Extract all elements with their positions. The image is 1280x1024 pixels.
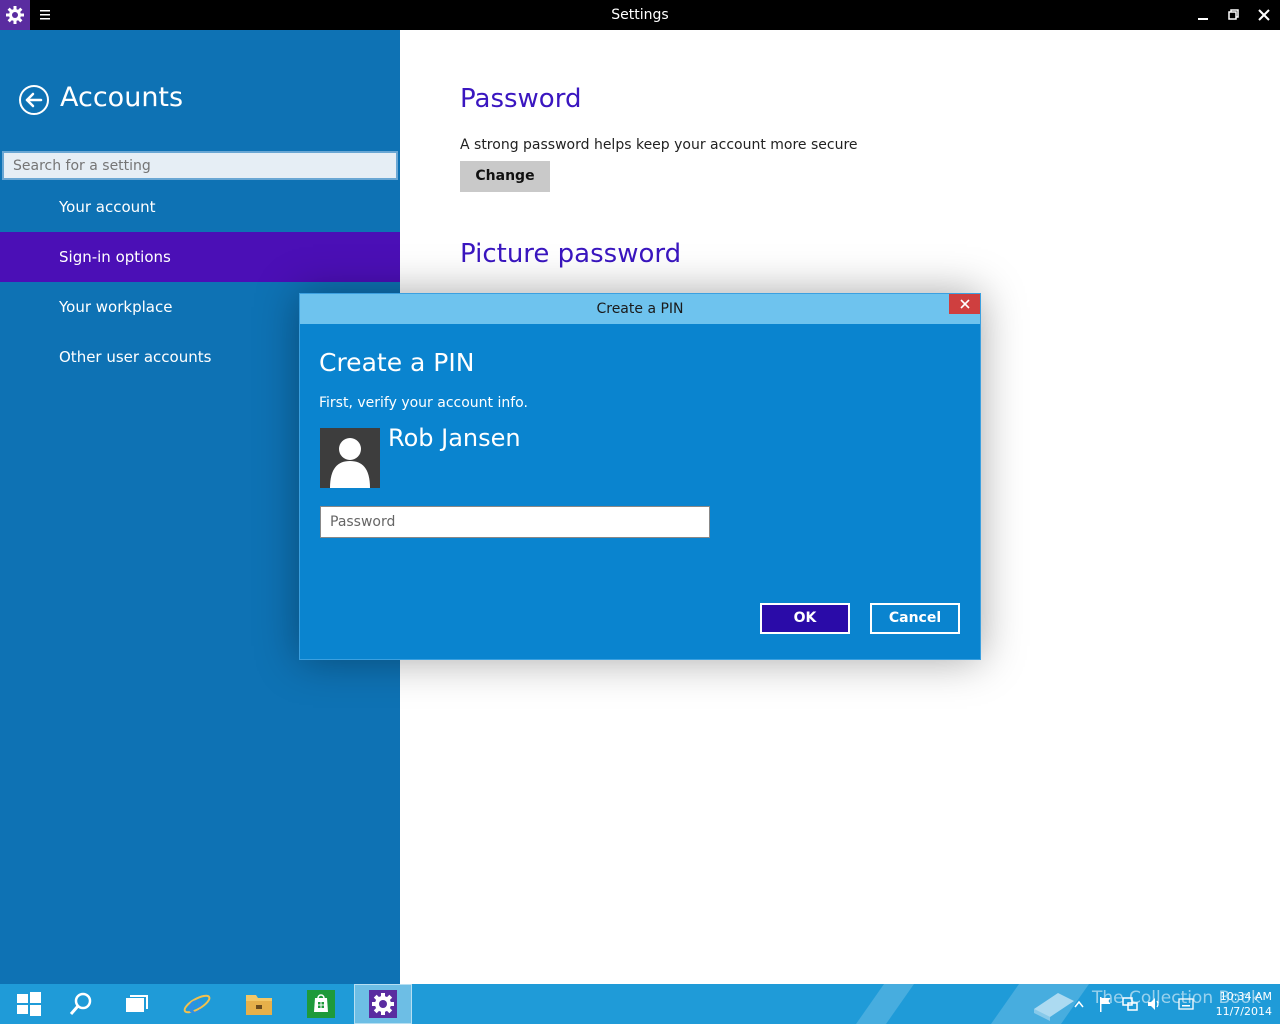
internet-explorer-taskbar-button[interactable]: e bbox=[168, 984, 226, 1024]
action-center-flag-icon[interactable] bbox=[1096, 984, 1114, 1024]
clock-date: 11/7/2014 bbox=[1215, 1005, 1272, 1018]
taskbar: e The Collection Book 10:34 AM 11/7/2014 bbox=[0, 984, 1280, 1024]
password-description: A strong password helps keep your accoun… bbox=[460, 137, 858, 153]
restore-button[interactable] bbox=[1218, 0, 1250, 30]
back-arrow-icon bbox=[19, 85, 49, 115]
user-avatar-icon bbox=[320, 428, 380, 488]
internet-explorer-icon: e bbox=[183, 990, 211, 1019]
cancel-button[interactable]: Cancel bbox=[870, 603, 960, 634]
picture-password-heading: Picture password bbox=[460, 239, 682, 269]
dialog-title: Create a PIN bbox=[300, 294, 980, 324]
search-input[interactable] bbox=[2, 151, 398, 180]
settings-gear-icon bbox=[369, 990, 397, 1018]
store-taskbar-button[interactable] bbox=[292, 984, 350, 1024]
nav-item-your-account[interactable]: Your account bbox=[0, 182, 400, 232]
change-password-button[interactable]: Change bbox=[460, 161, 550, 192]
dialog-subtitle: First, verify your account info. bbox=[319, 395, 528, 411]
volume-icon[interactable] bbox=[1144, 984, 1164, 1024]
settings-taskbar-button[interactable] bbox=[354, 984, 412, 1024]
search-icon bbox=[69, 992, 92, 1015]
file-explorer-taskbar-button[interactable] bbox=[230, 984, 288, 1024]
keyboard-icon[interactable] bbox=[1176, 984, 1196, 1024]
window-title: Settings bbox=[611, 7, 669, 23]
password-heading: Password bbox=[460, 84, 582, 114]
system-clock[interactable]: 10:34 AM 11/7/2014 bbox=[1206, 989, 1272, 1019]
user-name: Rob Jansen bbox=[388, 424, 521, 452]
clock-time: 10:34 AM bbox=[1219, 990, 1272, 1003]
dialog-heading: Create a PIN bbox=[319, 348, 475, 377]
page-title: Accounts bbox=[60, 82, 184, 113]
svg-text:e: e bbox=[188, 990, 203, 1019]
back-button[interactable] bbox=[18, 84, 50, 116]
show-hidden-icons-chevron-up-icon[interactable] bbox=[1072, 984, 1086, 1024]
ok-button[interactable]: OK bbox=[760, 603, 850, 634]
taskbar-decoration bbox=[855, 984, 915, 1024]
close-window-button[interactable] bbox=[1248, 0, 1280, 30]
close-icon bbox=[1258, 9, 1270, 21]
start-button[interactable] bbox=[0, 984, 58, 1024]
task-view-button[interactable] bbox=[108, 984, 166, 1024]
close-icon bbox=[959, 299, 970, 309]
store-icon bbox=[307, 990, 335, 1018]
folder-icon bbox=[246, 995, 272, 1015]
restore-icon bbox=[1228, 9, 1239, 20]
create-pin-dialog: Create a PIN Create a PIN First, verify … bbox=[299, 293, 981, 660]
dialog-close-button[interactable] bbox=[949, 294, 980, 314]
search-taskbar-button[interactable] bbox=[52, 984, 110, 1024]
minimize-button[interactable] bbox=[1187, 0, 1219, 30]
password-input[interactable] bbox=[320, 506, 710, 538]
window-title-bar: Settings bbox=[0, 0, 1280, 30]
task-view-icon bbox=[126, 995, 148, 1012]
windows-logo-icon bbox=[17, 992, 41, 1016]
network-icon[interactable] bbox=[1120, 984, 1140, 1024]
nav-item-sign-in-options[interactable]: Sign-in options bbox=[0, 232, 400, 282]
